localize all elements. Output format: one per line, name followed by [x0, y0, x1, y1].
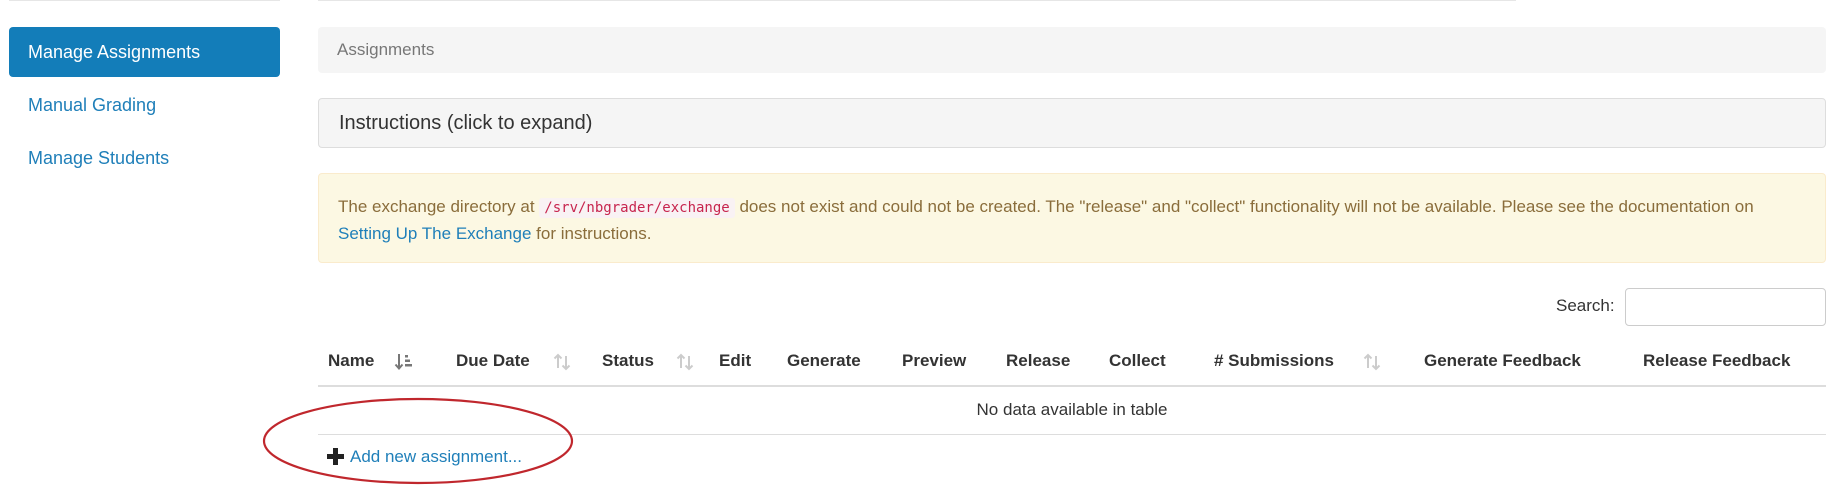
exchange-warning-alert: The exchange directory at /srv/nbgrader/… [318, 173, 1826, 263]
column-header-preview: Preview [902, 337, 966, 385]
column-header-release-feedback: Release Feedback [1643, 337, 1790, 385]
column-label-release: Release [1006, 351, 1071, 370]
column-label-collect: Collect [1109, 351, 1166, 370]
column-label-status: Status [602, 351, 654, 370]
search-input[interactable] [1625, 288, 1826, 326]
instructions-title: Instructions (click to expand) [339, 112, 593, 134]
sort-both-icon[interactable] [1362, 353, 1382, 371]
column-header-generate: Generate [787, 337, 861, 385]
sort-ascending-icon[interactable] [394, 353, 414, 371]
column-header-edit: Edit [719, 337, 751, 385]
sidebar-item-manage-students[interactable]: Manage Students [9, 133, 280, 183]
top-divider-left [9, 0, 280, 1]
sidebar-nav: Manage Assignments Manual Grading Manage… [9, 27, 280, 186]
empty-message: No data available in table [976, 400, 1168, 419]
plus-icon [327, 448, 344, 465]
breadcrumb-current: Assignments [337, 40, 435, 59]
exchange-path: /srv/nbgrader/exchange [539, 198, 735, 218]
column-label-edit: Edit [719, 351, 752, 370]
column-header-collect: Collect [1109, 337, 1166, 385]
search-label: Search: [1556, 296, 1615, 315]
column-header-name[interactable]: Name [328, 337, 374, 385]
column-header-generate-feedback: Generate Feedback [1424, 337, 1581, 385]
alert-text-before: The exchange directory at [338, 197, 540, 216]
column-label-generate-feedback: Generate Feedback [1424, 351, 1581, 370]
sort-both-icon[interactable] [675, 353, 695, 371]
column-label-submissions: # Submissions [1214, 351, 1334, 370]
alert-text-after: for instructions. [531, 224, 652, 243]
column-header-submissions[interactable]: # Submissions [1214, 337, 1334, 385]
alert-text-middle: does not exist and could not be created.… [734, 197, 1754, 216]
column-header-due-date[interactable]: Due Date [456, 337, 530, 385]
breadcrumb: Assignments [318, 27, 1826, 73]
sidebar-item-manual-grading[interactable]: Manual Grading [9, 80, 280, 130]
column-label-due-date: Due Date [456, 351, 530, 370]
column-header-release: Release [1006, 337, 1070, 385]
column-label-preview: Preview [902, 351, 967, 370]
top-divider-right [318, 0, 1516, 1]
column-label-release-feedback: Release Feedback [1643, 351, 1791, 370]
column-header-status[interactable]: Status [602, 337, 654, 385]
sort-both-icon[interactable] [552, 353, 572, 371]
setup-exchange-link[interactable]: Setting Up The Exchange [338, 224, 531, 243]
sidebar-item-manage-assignments[interactable]: Manage Assignments [9, 27, 280, 77]
assignments-table-header: Name Due Date Status Edit Generate Previ… [318, 337, 1826, 387]
add-assignment-button[interactable]: Add new assignment... [327, 445, 522, 469]
column-label-generate: Generate [787, 351, 861, 370]
instructions-panel-header[interactable]: Instructions (click to expand) [318, 98, 1826, 148]
table-empty-row: No data available in table [318, 387, 1826, 435]
column-label-name: Name [328, 351, 375, 370]
add-assignment-label: Add new assignment... [350, 447, 522, 466]
